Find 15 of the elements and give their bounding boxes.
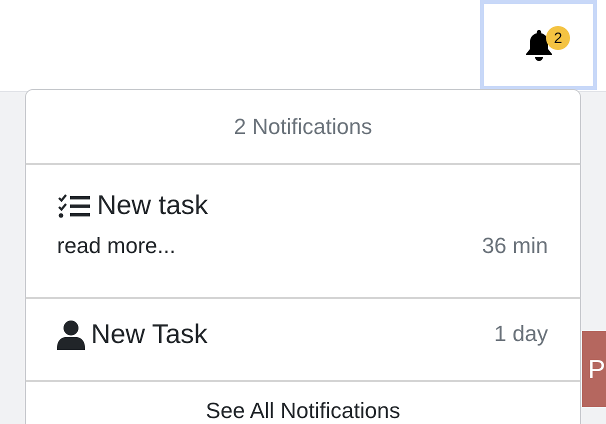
notification-time: 1 day [494,321,548,347]
page-button[interactable]: P [582,331,606,407]
read-more-link[interactable]: read more... [57,233,176,259]
checklist-icon [57,192,91,218]
notification-item[interactable]: New task read more... 36 min [26,165,580,299]
notification-item[interactable]: New Task 1 day [26,299,580,382]
see-all-notifications-link[interactable]: See All Notifications [26,382,580,424]
notification-title: New Task [91,319,208,350]
notification-time: 36 min [482,233,548,259]
notification-title: New task [97,190,208,221]
bell-icon [524,29,554,61]
notifications-button[interactable]: 2 [480,0,597,90]
user-icon [57,320,85,350]
notification-count: 2 [546,26,570,50]
notifications-header: 2 Notifications [234,114,372,140]
